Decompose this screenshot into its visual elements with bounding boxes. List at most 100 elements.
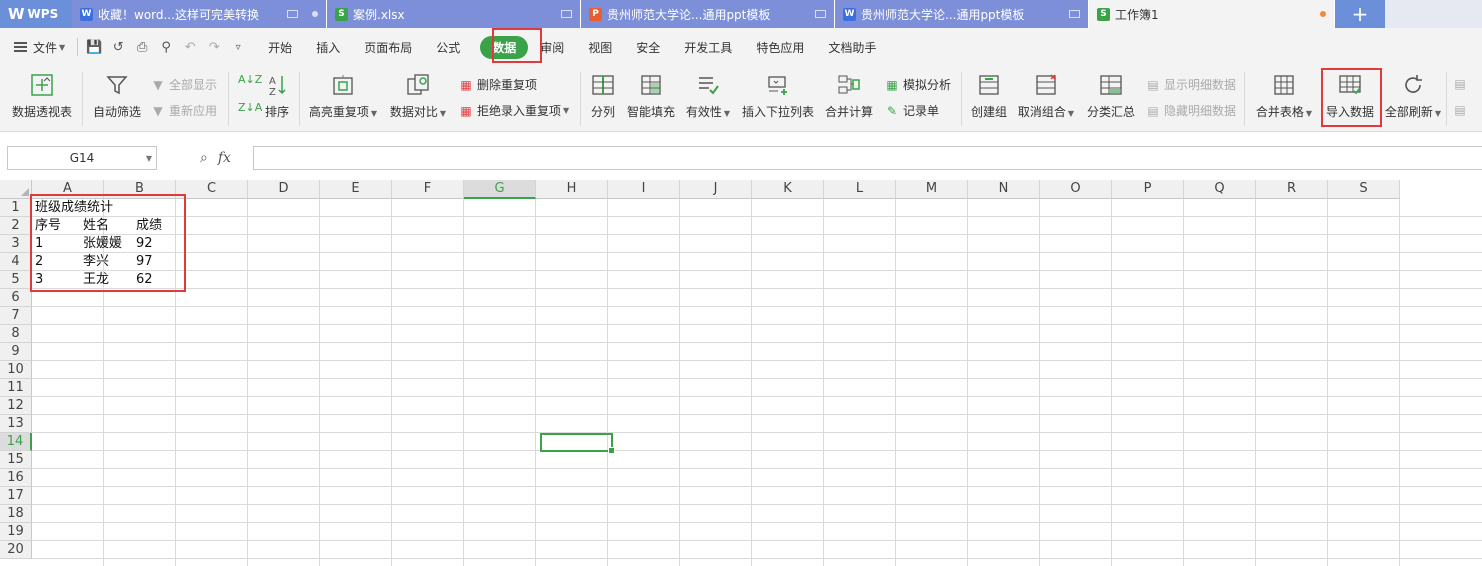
column-header-a[interactable]: A: [32, 180, 104, 199]
column-header-h[interactable]: H: [536, 180, 608, 199]
subtotal-button[interactable]: 分类汇总: [1084, 66, 1138, 120]
consolidate-button[interactable]: 合并计算: [824, 66, 874, 120]
column-header-i[interactable]: I: [608, 180, 680, 199]
data-compare-button[interactable]: 数据对比 ▼: [386, 66, 450, 120]
cell-a1[interactable]: 班级成绩统计: [32, 199, 113, 217]
sort-descending-button[interactable]: Z↓A: [238, 102, 262, 113]
cell-c2[interactable]: 成绩: [133, 217, 162, 235]
column-header-d[interactable]: D: [248, 180, 320, 199]
close-dot-icon[interactable]: [312, 11, 318, 17]
column-header-b[interactable]: B: [104, 180, 176, 199]
new-tab-button[interactable]: +: [1335, 0, 1385, 28]
cell-a2[interactable]: 序号: [32, 217, 61, 235]
formula-input[interactable]: [253, 146, 1482, 170]
hide-detail-button[interactable]: ▤ 隐藏明细数据: [1145, 102, 1236, 119]
autofilter-button[interactable]: 自动筛选: [90, 66, 144, 120]
column-header-m[interactable]: M: [896, 180, 968, 199]
column-header-n[interactable]: N: [968, 180, 1040, 199]
create-group-button[interactable]: 创建组: [968, 66, 1010, 120]
highlight-duplicates-button[interactable]: 高亮重复项 ▼: [306, 66, 380, 120]
row-header-15[interactable]: 15: [0, 451, 32, 469]
select-all-corner[interactable]: [0, 180, 32, 199]
name-box[interactable]: G14 ▼: [7, 146, 157, 170]
tab-features[interactable]: 特色应用: [744, 32, 816, 62]
smart-fill-button[interactable]: 智能填充: [624, 66, 678, 120]
row-header-13[interactable]: 13: [0, 415, 32, 433]
column-header-g[interactable]: G: [464, 180, 536, 199]
column-header-r[interactable]: R: [1256, 180, 1328, 199]
row-header-2[interactable]: 2: [0, 217, 32, 235]
cell-a4[interactable]: 2: [32, 253, 43, 271]
doc-tab-2[interactable]: S 案例.xlsx: [327, 0, 581, 28]
wps-logo[interactable]: W WPS: [0, 0, 72, 28]
tab-security[interactable]: 安全: [624, 32, 672, 62]
cell-c5[interactable]: 62: [133, 271, 153, 289]
function-icon[interactable]: fx: [218, 150, 231, 166]
row-header-17[interactable]: 17: [0, 487, 32, 505]
refresh-all-button[interactable]: 全部刷新 ▼: [1384, 66, 1442, 120]
row-header-12[interactable]: 12: [0, 397, 32, 415]
insert-dropdown-list-button[interactable]: 插入下拉列表: [740, 66, 816, 120]
tab-insert[interactable]: 插入: [304, 32, 352, 62]
cell-a3[interactable]: 1: [32, 235, 43, 253]
row-header-16[interactable]: 16: [0, 469, 32, 487]
row-header-9[interactable]: 9: [0, 343, 32, 361]
unsaved-dot-icon[interactable]: [1320, 11, 1326, 17]
tab-developer[interactable]: 开发工具: [672, 32, 744, 62]
row-header-18[interactable]: 18: [0, 505, 32, 523]
sort-button[interactable]: AZ 排序: [260, 66, 294, 120]
column-header-f[interactable]: F: [392, 180, 464, 199]
doc-tab-5[interactable]: S 工作簿1: [1089, 0, 1335, 28]
cell-b5[interactable]: 王龙: [80, 271, 109, 289]
column-header-p[interactable]: P: [1112, 180, 1184, 199]
row-header-3[interactable]: 3: [0, 235, 32, 253]
row-header-10[interactable]: 10: [0, 361, 32, 379]
record-form-button[interactable]: ✎ 记录单: [884, 102, 939, 119]
row-header-14[interactable]: 14: [0, 433, 32, 451]
import-data-button[interactable]: 导入数据: [1322, 66, 1378, 120]
column-header-o[interactable]: O: [1040, 180, 1112, 199]
row-header-19[interactable]: 19: [0, 523, 32, 541]
cell-a5[interactable]: 3: [32, 271, 43, 289]
row-header-20[interactable]: 20: [0, 541, 32, 559]
cell-b2[interactable]: 姓名: [80, 217, 109, 235]
column-header-k[interactable]: K: [752, 180, 824, 199]
column-header-j[interactable]: J: [680, 180, 752, 199]
row-header-4[interactable]: 4: [0, 253, 32, 271]
sort-ascending-button[interactable]: A↓Z: [238, 74, 262, 85]
cell-c3[interactable]: 92: [133, 235, 153, 253]
what-if-analysis-button[interactable]: ▦ 模拟分析: [884, 76, 951, 93]
undo-icon[interactable]: ↶: [178, 35, 202, 59]
column-header-c[interactable]: C: [176, 180, 248, 199]
file-menu-button[interactable]: 文件 ▼: [0, 32, 73, 62]
column-header-e[interactable]: E: [320, 180, 392, 199]
cell-b3[interactable]: 张媛媛: [80, 235, 122, 253]
tab-review[interactable]: 审阅: [536, 32, 576, 62]
row-header-7[interactable]: 7: [0, 307, 32, 325]
doc-tab-1[interactable]: W 收藏！word...这样可完美转换: [72, 0, 327, 28]
tab-view[interactable]: 视图: [576, 32, 624, 62]
export-icon[interactable]: ↺: [106, 35, 130, 59]
edit-query-button[interactable]: ▤: [1452, 76, 1471, 92]
tab-formula[interactable]: 公式: [424, 32, 472, 62]
spreadsheet-grid[interactable]: A B C D E F G H I J K L M N O P Q R S 1 2 3 4 5 6 7 8 9 10 11 12 13 14 15…: [0, 180, 1482, 566]
customize-dropdown-icon[interactable]: ▿: [226, 35, 250, 59]
pivot-table-button[interactable]: 数据透视表: [10, 66, 74, 120]
reject-duplicates-button[interactable]: ▦ 拒绝录入重复项 ▼: [458, 102, 569, 119]
properties-button[interactable]: ▤: [1452, 102, 1471, 118]
redo-icon[interactable]: ↷: [202, 35, 226, 59]
save-icon[interactable]: 💾: [82, 35, 106, 59]
doc-tab-4[interactable]: W 贵州师范大学论...通用ppt模板: [835, 0, 1089, 28]
row-header-5[interactable]: 5: [0, 271, 32, 289]
selected-cell-g14[interactable]: [540, 433, 615, 454]
text-to-columns-button[interactable]: 分列: [586, 66, 620, 120]
show-detail-button[interactable]: ▤ 显示明细数据: [1145, 76, 1236, 93]
print-icon[interactable]: ⎙: [130, 35, 154, 59]
column-header-q[interactable]: Q: [1184, 180, 1256, 199]
row-header-6[interactable]: 6: [0, 289, 32, 307]
tab-page-layout[interactable]: 页面布局: [352, 32, 424, 62]
tab-home[interactable]: 开始: [256, 32, 304, 62]
column-header-l[interactable]: L: [824, 180, 896, 199]
print-preview-icon[interactable]: ⚲: [154, 35, 178, 59]
merge-tables-button[interactable]: 合并表格 ▼: [1254, 66, 1314, 120]
